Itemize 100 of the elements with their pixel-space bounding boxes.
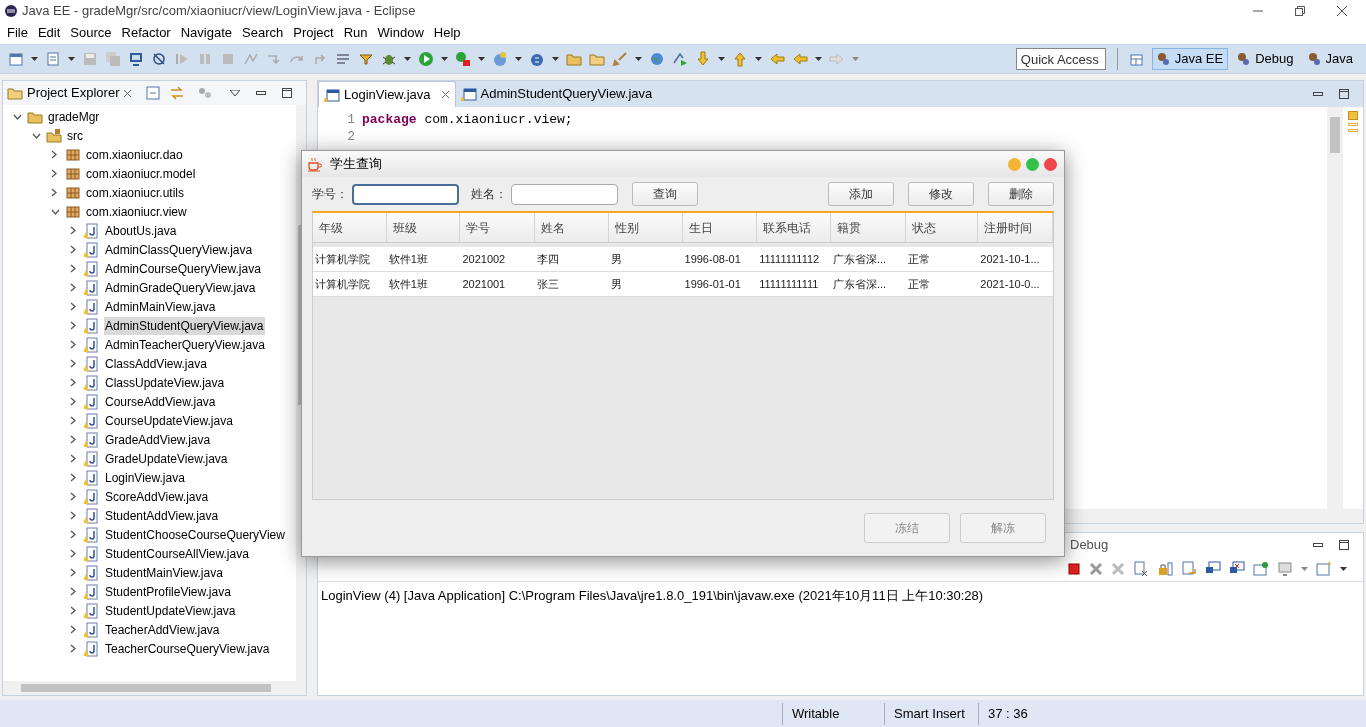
perspective-button[interactable]: Java [1302,48,1358,70]
column-header[interactable]: 姓名 [535,213,609,242]
tree-item[interactable]: TeacherCourseQueryView.java [104,639,271,658]
column-header[interactable]: 状态 [905,213,979,242]
tree-item[interactable]: TeacherAddView.java [104,620,221,639]
menu-item[interactable]: Search [237,23,289,43]
filter-icon[interactable] [358,51,374,67]
tree-item[interactable]: com.xiaoniucr.dao [85,145,184,164]
collapsed-chevron-icon[interactable] [70,568,76,577]
collapsed-chevron-icon[interactable] [51,169,57,178]
input-field[interactable] [511,183,618,205]
clear-console-icon[interactable] [1133,561,1149,577]
tree-item[interactable]: ClassAddView.java [104,354,208,373]
menu-item[interactable]: Run [338,23,373,43]
dropdown-icon[interactable] [718,57,725,61]
maximize-icon[interactable] [1339,540,1349,550]
tree-item[interactable]: com.xiaoniucr.view [85,202,188,221]
tree-item[interactable]: AboutUs.java [104,221,178,240]
menu-item[interactable]: Source [65,23,117,43]
tree-item[interactable]: com.xiaoniucr.model [85,164,197,183]
dropdown-icon[interactable] [755,57,762,61]
collapsed-chevron-icon[interactable] [70,283,76,292]
search-button[interactable]: 查询 [632,182,698,206]
tree-item[interactable]: AdminGradeQueryView.java [104,278,257,297]
editor-tab[interactable]: AdminStudentQueryView.java [455,81,658,107]
column-header[interactable]: 籍贯 [830,213,906,242]
collapsed-chevron-icon[interactable] [51,150,57,159]
tree-item[interactable]: StudentCourseAllView.java [104,544,250,563]
collapsed-chevron-icon[interactable] [70,492,76,501]
menu-item[interactable]: Window [372,23,429,43]
panel-tab[interactable]: Debug [1070,535,1109,555]
quick-access-field[interactable]: Quick Access [1015,48,1106,70]
collapsed-chevron-icon[interactable] [70,587,76,596]
expanded-chevron-icon[interactable] [13,113,22,120]
perspective-button[interactable]: Debug [1232,48,1299,70]
collapsed-chevron-icon[interactable] [70,606,76,615]
tree-item[interactable]: StudentUpdateView.java [104,601,237,620]
tree-item[interactable]: LoginView.java [104,468,186,487]
tree-item[interactable]: gradeMgr [47,107,101,126]
dropdown-icon[interactable] [1340,567,1347,571]
restore-icon[interactable] [1294,5,1306,17]
horizontal-scrollbar[interactable] [3,681,306,695]
globe-icon[interactable] [649,51,665,67]
launch-icon[interactable] [672,51,688,67]
minimize-icon[interactable] [256,91,267,95]
dropdown-icon[interactable] [441,57,448,61]
run-tools-icon[interactable] [455,51,471,67]
tree-item[interactable]: CourseUpdateView.java [104,411,234,430]
action-button[interactable]: 添加 [828,182,894,206]
tree-item[interactable]: GradeUpdateView.java [104,449,229,468]
tree-item[interactable]: GradeAddView.java [104,430,212,449]
tree-item[interactable]: StudentMainView.java [104,563,224,582]
tree-item[interactable]: src [66,126,84,145]
run-icon[interactable] [418,51,434,67]
tree-item[interactable]: com.xiaoniucr.utils [85,183,186,202]
minimize-icon[interactable] [1313,543,1323,547]
collapsed-chevron-icon[interactable] [70,549,76,558]
dropdown-icon[interactable] [815,57,822,61]
tree-item[interactable]: AdminStudentQueryView.java [104,316,265,335]
minimize-icon[interactable] [1313,92,1323,96]
collapsed-chevron-icon[interactable] [70,454,76,463]
dropdown-icon[interactable] [68,57,75,61]
monitor-icon[interactable] [128,51,144,67]
column-header[interactable]: 班级 [386,213,461,242]
menu-item[interactable]: Help [428,23,466,43]
collapsed-chevron-icon[interactable] [70,644,76,653]
editor-tab[interactable]: LoginView.java [318,81,456,107]
collapsed-chevron-icon[interactable] [70,511,76,520]
collapsed-chevron-icon[interactable] [70,397,76,406]
collapsed-chevron-icon[interactable] [70,321,76,330]
close-icon[interactable] [123,88,133,98]
input-field[interactable] [352,183,459,205]
action-button[interactable]: 删除 [988,182,1054,206]
close-icon[interactable] [440,90,450,99]
collapsed-chevron-icon[interactable] [70,530,76,539]
dropdown-icon[interactable] [478,57,485,61]
list-icon[interactable] [335,51,351,67]
tree-item[interactable]: StudentProfileView.java [104,582,232,601]
tree-item[interactable]: StudentChooseCourseQueryView [104,525,286,544]
collapsed-chevron-icon[interactable] [70,473,76,482]
tree-item[interactable]: ClassUpdateView.java [104,373,226,392]
collapsed-chevron-icon[interactable] [51,188,57,197]
view-menu-icon[interactable] [230,90,241,96]
collapsed-chevron-icon[interactable] [70,378,76,387]
dropdown-icon[interactable] [515,57,522,61]
collapsed-chevron-icon[interactable] [70,226,76,235]
remove-icon[interactable] [1089,562,1103,576]
menu-item[interactable]: File [2,23,33,43]
collapsed-chevron-icon[interactable] [70,340,76,349]
terminate-icon[interactable] [1067,562,1081,576]
dots-icon[interactable] [198,86,213,100]
maximize-icon[interactable] [1339,89,1349,99]
column-header[interactable]: 注册时间 [978,213,1054,242]
perspective-button[interactable]: Java EE [1151,48,1229,70]
window-control-button[interactable] [1044,157,1057,171]
dropdown-icon[interactable] [31,57,38,61]
close-icon[interactable] [1336,5,1348,17]
dropdown-icon[interactable] [404,57,411,61]
column-header[interactable]: 年级 [313,213,387,242]
vertical-scrollbar[interactable] [1327,107,1343,509]
